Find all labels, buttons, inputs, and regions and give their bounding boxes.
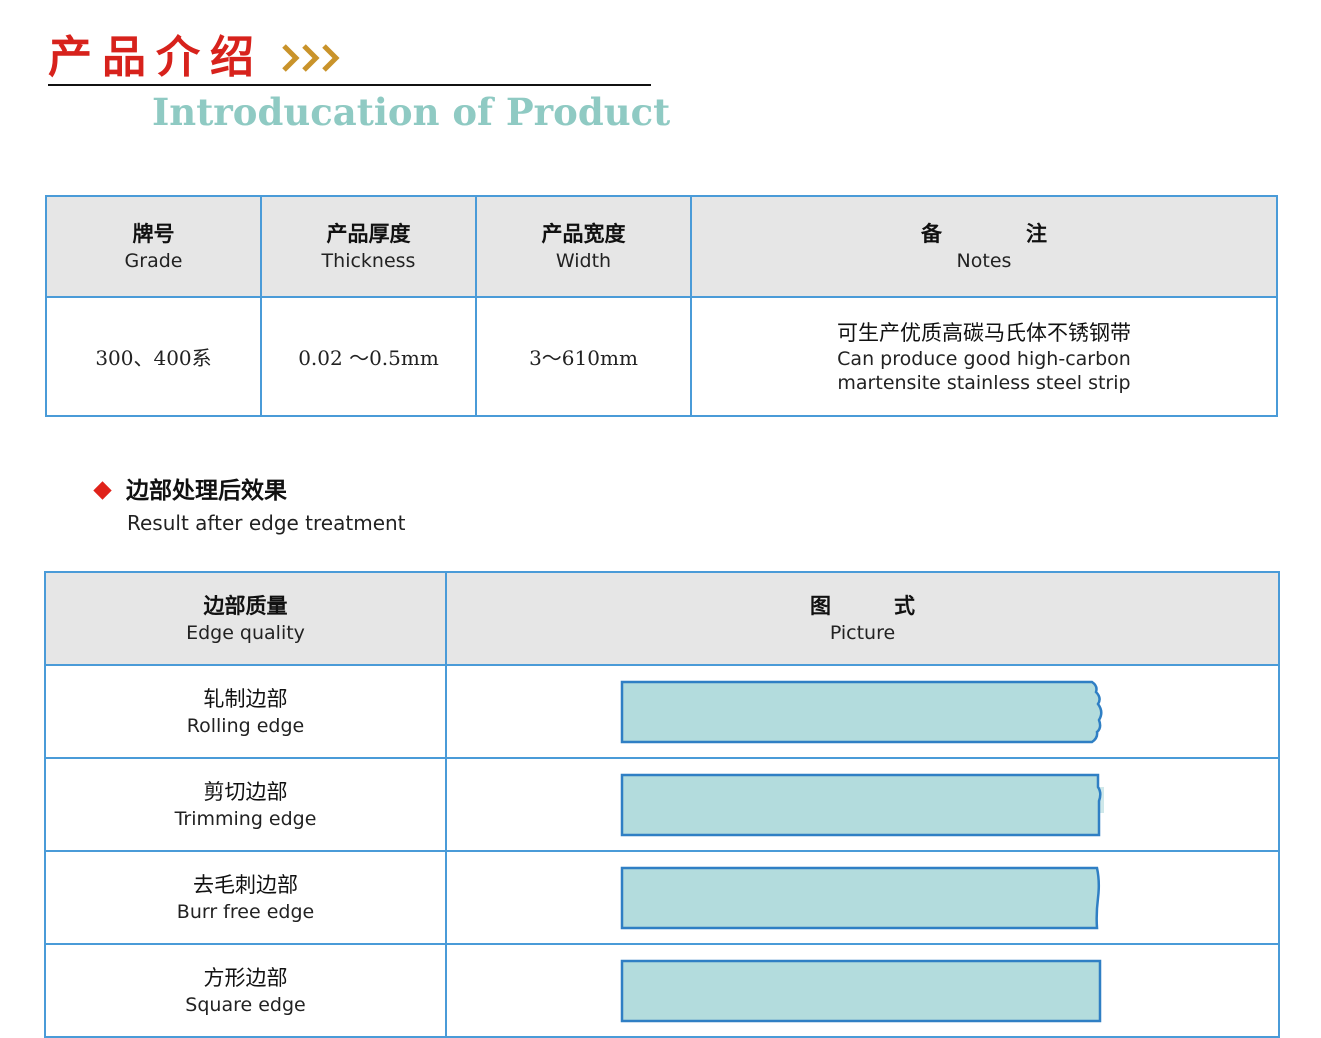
header-cell-width: 产品宽度 Width [475, 195, 692, 298]
title-divider [48, 84, 651, 86]
rolling-edge-strip [620, 680, 1102, 743]
edge-section-title-cn: 边部处理后效果 [126, 478, 287, 504]
table-row: 剪切边部 Trimming edge [44, 757, 1280, 852]
table-row: 方形边部 Square edge [44, 943, 1280, 1038]
table-row: 去毛刺边部 Burr free edge [44, 850, 1280, 945]
header-notes-cn: 备 注 [921, 221, 1047, 246]
square-edge-strip [620, 959, 1101, 1022]
width-value: 3～610mm [529, 346, 638, 370]
page-title-cn: 产品介绍 [48, 32, 264, 83]
thickness-value: 0.02 ～0.5mm [298, 346, 439, 370]
trimming-edge-en: Trimming edge [174, 807, 317, 830]
edge-section-title-en: Result after edge treatment [127, 511, 406, 535]
thickness-cell: 0.02 ～0.5mm [260, 296, 477, 417]
notes-cn: 可生产优质高碳马氏体不锈钢带 [837, 320, 1131, 345]
burr-free-edge-cn: 去毛刺边部 [193, 872, 298, 897]
triple-chevron-right-icon [282, 44, 340, 72]
table-row: 轧制边部 Rolling edge [44, 664, 1280, 759]
rolling-edge-cn: 轧制边部 [203, 686, 288, 711]
header-cell-grade: 牌号 Grade [45, 195, 262, 298]
header-picture-en: Picture [829, 621, 896, 644]
diamond-bullet-icon [93, 481, 112, 500]
edge-picture-cell [445, 757, 1280, 852]
header-notes-en: Notes [956, 249, 1012, 272]
header-cell-notes: 备 注 Notes [690, 195, 1278, 298]
rolling-edge-en: Rolling edge [186, 714, 305, 737]
spec-table-row: 300、400系 0.02 ～0.5mm 3～610mm 可生产优质高碳马氏体不… [45, 296, 1278, 417]
edge-label-cell: 剪切边部 Trimming edge [44, 757, 447, 852]
edge-picture-cell [445, 850, 1280, 945]
header-width-en: Width [555, 249, 612, 272]
edge-picture-cell [445, 943, 1280, 1038]
header-grade-en: Grade [124, 249, 183, 272]
header-grade-cn: 牌号 [132, 221, 175, 246]
grade-value: 300、400系 [95, 346, 212, 370]
notes-en-line2: martensite stainless steel strip [837, 371, 1131, 394]
header-edge-quality-en: Edge quality [186, 621, 305, 644]
header-edge-quality-cn: 边部质量 [203, 593, 288, 618]
grade-cell: 300、400系 [45, 296, 262, 417]
page-title-en: Introducation of Product [152, 90, 671, 134]
spec-table: 牌号 Grade 产品厚度 Thickness 产品宽度 Width 备 注 N… [45, 195, 1278, 417]
edge-label-cell: 方形边部 Square edge [44, 943, 447, 1038]
square-edge-en: Square edge [185, 993, 306, 1016]
header-thickness-cn: 产品厚度 [326, 221, 411, 246]
header-picture-cn: 图 式 [810, 593, 915, 618]
header-cell-thickness: 产品厚度 Thickness [260, 195, 477, 298]
spec-table-header-row: 牌号 Grade 产品厚度 Thickness 产品宽度 Width 备 注 N… [45, 195, 1278, 298]
edge-table-header-row: 边部质量 Edge quality 图 式 Picture [44, 571, 1280, 666]
edge-label-cell: 轧制边部 Rolling edge [44, 664, 447, 759]
width-cell: 3～610mm [475, 296, 692, 417]
notes-cell: 可生产优质高碳马氏体不锈钢带 Can produce good high-car… [690, 296, 1278, 417]
trimming-edge-cn: 剪切边部 [203, 779, 288, 804]
trimming-edge-strip [620, 773, 1104, 836]
header-cell-edge-quality: 边部质量 Edge quality [44, 571, 447, 666]
header-width-cn: 产品宽度 [541, 221, 626, 246]
header-thickness-en: Thickness [321, 249, 416, 272]
edge-picture-cell [445, 664, 1280, 759]
square-edge-cn: 方形边部 [203, 965, 288, 990]
edge-label-cell: 去毛刺边部 Burr free edge [44, 850, 447, 945]
burr-free-edge-strip [620, 866, 1100, 929]
header-cell-picture: 图 式 Picture [445, 571, 1280, 666]
burr-free-edge-en: Burr free edge [176, 900, 315, 923]
edge-table: 边部质量 Edge quality 图 式 Picture 轧制边部 Rolli… [44, 571, 1280, 1038]
notes-en-line1: Can produce good high-carbon [837, 347, 1131, 370]
